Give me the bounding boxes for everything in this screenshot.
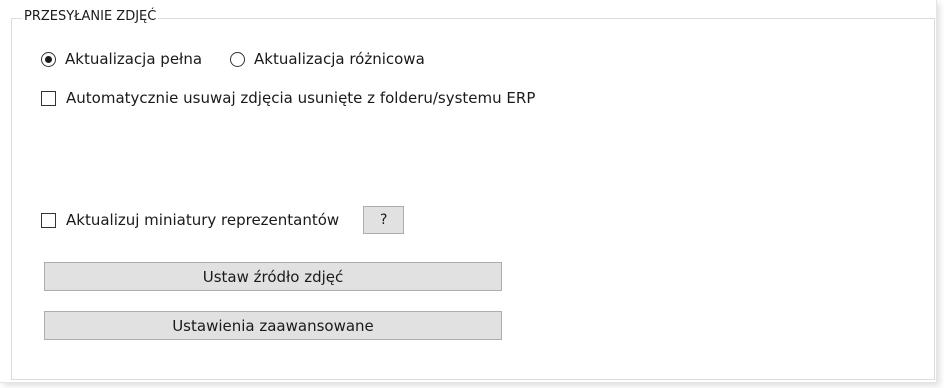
settings-panel: PRZESYŁANIE ZDJĘĆ Aktualizacja pełna Akt… [0,0,937,383]
groupbox-title: PRZESYŁANIE ZDJĘĆ [22,9,159,25]
auto-delete-option[interactable]: Automatycznie usuwaj zdjęcia usunięte z … [41,87,535,109]
radio-full-update-label[interactable]: Aktualizacja pełna [65,49,202,69]
radio-option-diff-update[interactable]: Aktualizacja różnicowa [230,48,425,70]
help-button[interactable]: ? [363,206,405,234]
thumbnails-option: Aktualizuj miniatury reprezentantów ? [41,206,405,234]
thumbnails-label[interactable]: Aktualizuj miniatury reprezentantów [66,210,339,230]
update-mode-radio-group: Aktualizacja pełna Aktualizacja różnicow… [41,48,425,70]
radio-diff-update-label[interactable]: Aktualizacja różnicowa [254,49,425,69]
auto-delete-label[interactable]: Automatycznie usuwaj zdjęcia usunięte z … [66,88,535,108]
auto-delete-checkbox[interactable] [41,90,56,106]
set-photo-source-button[interactable]: Ustaw źródło zdjęć [44,262,502,291]
advanced-settings-button[interactable]: Ustawienia zaawansowane [44,311,502,340]
radio-diff-update[interactable] [230,51,246,67]
radio-option-full-update[interactable]: Aktualizacja pełna [41,48,202,70]
radio-full-update[interactable] [41,51,56,67]
thumbnails-checkbox[interactable] [41,212,56,228]
